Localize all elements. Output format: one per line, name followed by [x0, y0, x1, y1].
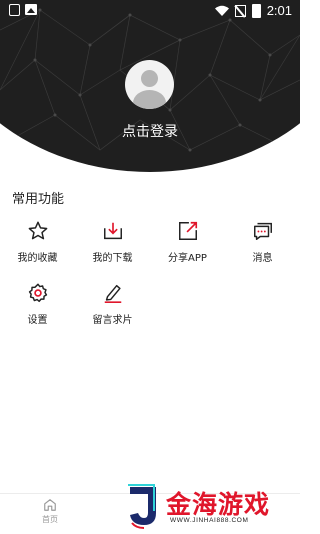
settings-button[interactable]: 设置	[0, 282, 75, 332]
downloads-button[interactable]: 我的下载	[75, 220, 150, 270]
messages-button[interactable]: 消息	[225, 220, 300, 270]
avatar-body	[133, 90, 166, 109]
settings-label: 设置	[27, 315, 48, 326]
edit-icon	[104, 284, 121, 303]
download-icon	[103, 222, 122, 240]
home-tab-label: 首页	[42, 515, 58, 524]
status-bar: 2:01	[0, 0, 300, 22]
avatar-head	[141, 70, 158, 87]
wifi-icon	[214, 5, 229, 16]
no-sim-icon	[234, 4, 246, 17]
brand-url: WWW.JINHAI888.COM	[170, 517, 249, 524]
share-icon	[178, 221, 197, 240]
avatar[interactable]	[125, 60, 174, 109]
home-icon	[44, 499, 56, 511]
notification-icon	[9, 4, 20, 16]
favorites-button[interactable]: 我的收藏	[0, 220, 75, 270]
brand-text: 金海游戏	[166, 490, 271, 519]
login-link[interactable]: 点击登录	[0, 121, 300, 141]
gear-icon	[28, 283, 47, 303]
section-title: 常用功能	[12, 192, 65, 207]
home-tab[interactable]: 首页	[30, 498, 70, 525]
gallery-notification-icon	[25, 4, 37, 15]
status-time: 2:01	[266, 3, 292, 18]
request-film-button[interactable]: 留言求片	[75, 282, 150, 332]
brand-logo-icon	[128, 484, 156, 529]
brand-watermark: 金海游戏 WWW.JINHAI888.COM	[126, 483, 296, 531]
favorites-label: 我的收藏	[17, 253, 58, 264]
request-film-label: 留言求片	[92, 315, 133, 326]
star-icon	[28, 221, 47, 240]
battery-icon	[251, 3, 261, 18]
message-icon	[253, 222, 272, 240]
messages-label: 消息	[252, 253, 273, 264]
share-app-button[interactable]: 分享APP	[150, 220, 225, 270]
downloads-label: 我的下载	[92, 253, 133, 264]
share-app-label: 分享APP	[168, 253, 207, 264]
